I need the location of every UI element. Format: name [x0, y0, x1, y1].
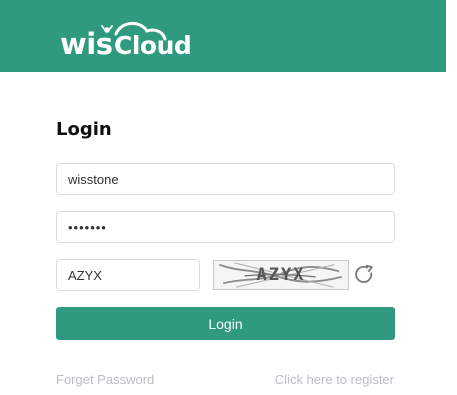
refresh-icon[interactable] — [353, 264, 375, 286]
page-title: Login — [56, 119, 112, 140]
wiscloud-logo: wis Cloud — [58, 12, 198, 62]
captcha-text: AZYX — [256, 265, 306, 285]
login-button[interactable]: Login — [56, 307, 395, 340]
forgot-password-link[interactable]: Forget Password — [56, 372, 154, 387]
password-field[interactable] — [56, 211, 395, 243]
captcha-image: AZYX — [213, 260, 349, 290]
page-edge — [446, 0, 457, 395]
svg-text:wis: wis — [60, 27, 113, 61]
username-field[interactable] — [56, 163, 395, 195]
header-bar: wis Cloud — [0, 0, 446, 72]
captcha-field[interactable] — [56, 259, 200, 291]
svg-text:Cloud: Cloud — [114, 31, 191, 60]
register-link[interactable]: Click here to register — [275, 372, 394, 387]
